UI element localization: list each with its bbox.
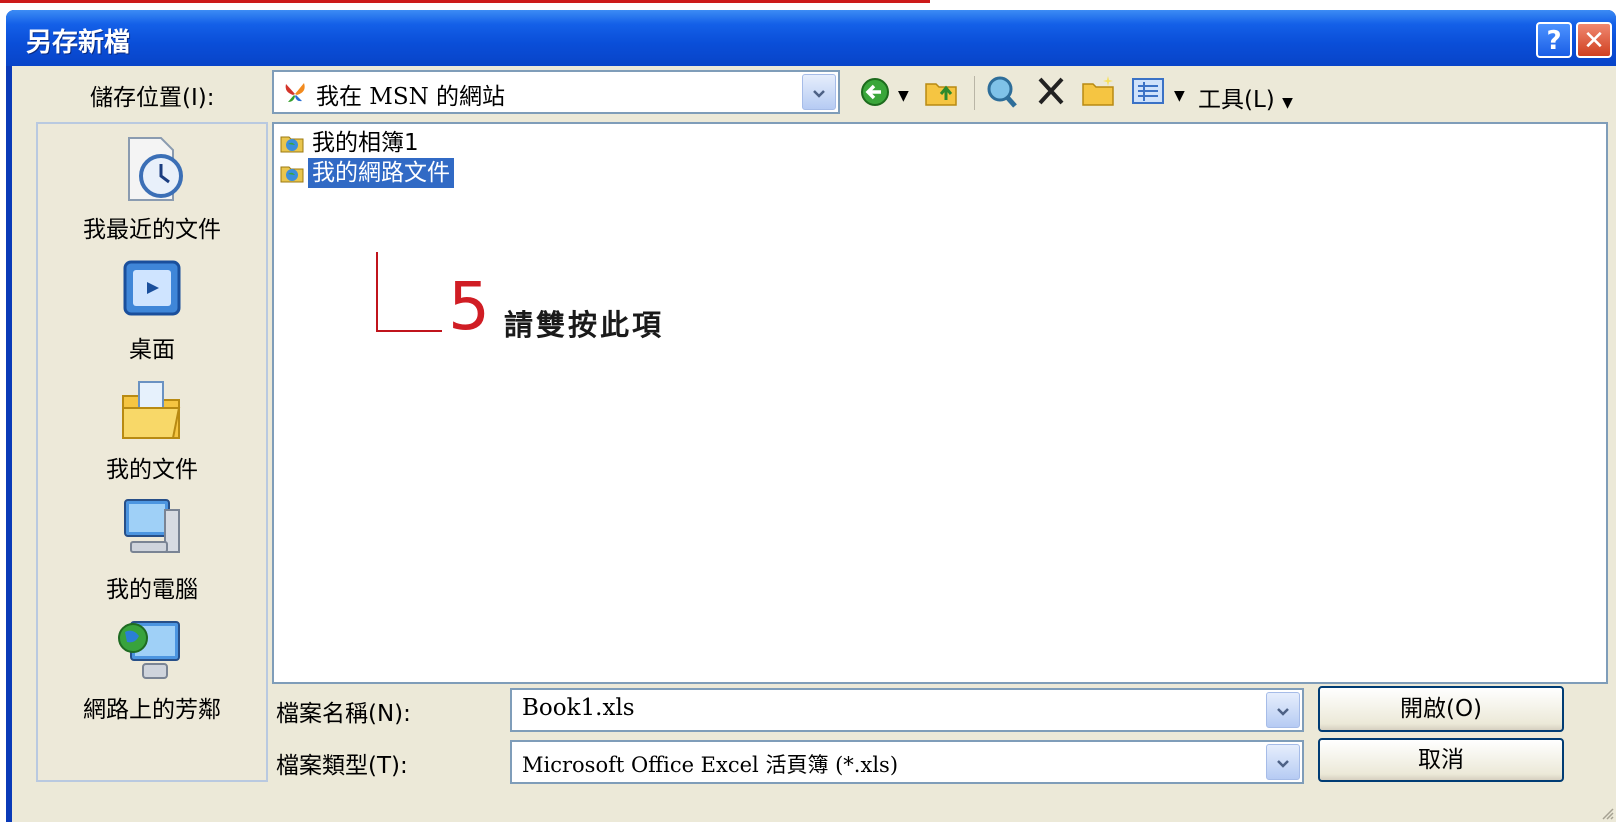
msn-butterfly-icon (285, 83, 305, 102)
filename-field[interactable]: Book1.xls (510, 688, 1304, 732)
annotation-leader-line (376, 330, 442, 332)
desktop-icon (123, 260, 181, 316)
my-computer-icon (124, 499, 180, 553)
place-label: 桌面 (129, 337, 175, 363)
views-dropdown-icon[interactable]: ▼ (1174, 88, 1185, 104)
dialog-body: 儲存位置(I): 我在 MSN 的網站 ▼ ▼ 工具(L) ▼ 我最近的文件 桌… (12, 66, 1616, 822)
views-button[interactable] (1130, 76, 1166, 118)
my-documents-icon (122, 381, 181, 439)
place-desktop[interactable]: 桌面 (38, 252, 266, 364)
place-network-places[interactable]: 網路上的芳鄰 (38, 612, 266, 724)
place-my-computer[interactable]: 我的電腦 (38, 492, 266, 604)
filename-value: Book1.xls (522, 695, 635, 721)
filetype-value: Microsoft Office Excel 活頁簿 (*.xls) (522, 753, 899, 777)
back-dropdown-icon[interactable]: ▼ (898, 88, 909, 104)
location-label: 儲存位置(I): (90, 85, 215, 111)
file-name: 我的相簿1 (312, 130, 419, 156)
filename-label: 檔案名稱(N): (276, 701, 411, 727)
chevron-down-icon (1277, 708, 1289, 716)
delete-icon (1038, 77, 1064, 105)
save-as-dialog: 另存新檔 ? ✕ 儲存位置(I): 我在 MSN 的網站 ▼ ▼ 工具(L) ▼… (6, 10, 1616, 822)
filetype-select[interactable]: Microsoft Office Excel 活頁簿 (*.xls) (510, 740, 1304, 784)
toolbar-separator (974, 76, 975, 110)
place-label: 我最近的文件 (83, 217, 221, 243)
location-combo[interactable]: 我在 MSN 的網站 (272, 70, 840, 114)
filetype-label: 檔案類型(T): (276, 753, 408, 779)
file-list[interactable]: 我的相簿1 我的網路文件 (272, 122, 1608, 684)
chevron-down-icon (1277, 760, 1289, 768)
open-button[interactable]: 開啟(O) (1318, 686, 1564, 732)
title-bar[interactable]: 另存新檔 ? ✕ (6, 10, 1616, 66)
web-folder-icon (280, 136, 304, 153)
filetype-dropdown-button[interactable] (1266, 744, 1300, 780)
annotation-step-number: 5 (448, 268, 490, 345)
place-label: 我的文件 (106, 457, 198, 483)
resize-grip-icon[interactable] (1600, 806, 1614, 820)
annotation-top-line (0, 0, 930, 3)
annotation-text: 請雙按此項 (504, 308, 665, 342)
delete-button[interactable] (1036, 74, 1066, 116)
tools-menu[interactable]: 工具(L) ▼ (1198, 80, 1293, 114)
tools-menu-label: 工具(L) (1198, 87, 1275, 113)
back-icon (861, 78, 889, 106)
new-folder-button[interactable] (1080, 74, 1118, 116)
network-places-icon (118, 621, 180, 679)
new-folder-icon (1082, 76, 1114, 106)
place-label: 我的電腦 (106, 577, 198, 603)
web-folder-icon (280, 166, 304, 183)
places-bar: 我最近的文件 桌面 我的文件 我的電腦 網路上的芳鄰 (36, 122, 268, 782)
help-button[interactable]: ? (1536, 22, 1572, 58)
recent-docs-icon (128, 137, 183, 201)
cancel-button[interactable]: 取消 (1318, 738, 1564, 782)
place-recent-documents[interactable]: 我最近的文件 (38, 132, 266, 244)
close-button[interactable]: ✕ (1576, 22, 1612, 58)
up-folder-button[interactable] (924, 76, 960, 118)
dialog-title: 另存新檔 (26, 28, 131, 58)
place-label: 網路上的芳鄰 (83, 697, 221, 723)
location-value: 我在 MSN 的網站 (316, 84, 506, 110)
views-icon (1132, 78, 1164, 104)
up-folder-icon (925, 83, 957, 106)
chevron-down-icon (813, 90, 825, 98)
file-name: 我的網路文件 (308, 158, 454, 188)
search-web-button[interactable] (984, 74, 1020, 116)
filename-dropdown-button[interactable] (1266, 692, 1300, 728)
back-button[interactable] (860, 74, 894, 116)
location-dropdown-button[interactable] (802, 74, 836, 110)
tools-dropdown-icon: ▼ (1282, 95, 1293, 111)
annotation-leader-line (376, 252, 378, 332)
search-web-icon (987, 76, 1017, 108)
place-my-documents[interactable]: 我的文件 (38, 372, 266, 484)
